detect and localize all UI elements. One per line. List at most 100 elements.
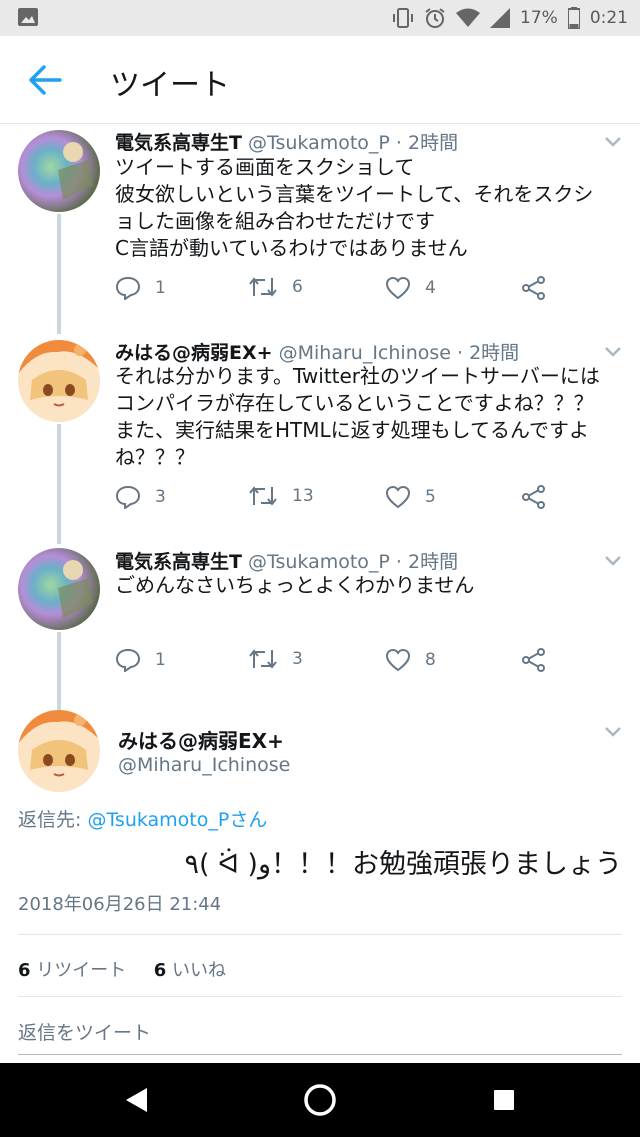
share-icon — [522, 648, 545, 672]
status-bar: 17% 0:21 — [0, 0, 640, 36]
square-recents-icon — [494, 1090, 514, 1110]
reply-icon — [115, 485, 141, 509]
tweet-text: ごめんなさいちょっとよくわかりません — [115, 572, 625, 599]
reply-input[interactable]: 返信をツイート — [18, 1018, 151, 1045]
timestamp: 2018年06月26日 21:44 — [18, 894, 222, 915]
clock: 0:21 — [589, 8, 628, 28]
battery-icon — [567, 7, 580, 29]
chevron-down-icon[interactable] — [604, 555, 622, 567]
tweet-actions: 1 3 8 — [115, 648, 575, 678]
tweet-line: それは分かります。Twitter社のツイートサーバーには — [115, 364, 600, 388]
divider — [18, 1054, 622, 1055]
user-handle[interactable]: @Miharu_Ichinose — [118, 754, 290, 776]
like-button[interactable]: 5 — [385, 485, 436, 509]
page-title: ツイート — [110, 68, 230, 103]
signal-icon — [490, 8, 511, 28]
handle-time: @Tsukamoto_P · 2時間 — [248, 551, 459, 573]
like-count: 4 — [425, 278, 436, 298]
tweet-line: 彼女欲しいという言葉をツイートして、それをスクシ — [115, 182, 594, 206]
reply-button[interactable]: 3 — [115, 485, 166, 509]
handle-time: @Tsukamoto_P · 2時間 — [248, 132, 459, 154]
tweet-line: ね？？？ — [115, 445, 195, 469]
reply-icon — [115, 648, 141, 672]
retweet-icon — [249, 649, 277, 669]
reply-to: 返信先: @Tsukamoto_Pさん — [18, 805, 267, 832]
handle-time: @Miharu_Ichinose · 2時間 — [278, 342, 520, 364]
reply-count: 1 — [155, 278, 166, 298]
thread-line — [57, 424, 61, 544]
reply-button[interactable]: 1 — [115, 276, 166, 300]
retweet-count: 3 — [292, 649, 303, 669]
thread-line — [57, 214, 61, 334]
retweet-icon — [249, 486, 277, 506]
gallery-icon — [18, 8, 38, 26]
share-icon — [522, 485, 545, 509]
retweet-count: 13 — [292, 486, 314, 506]
retweet-button[interactable]: 3 — [248, 648, 303, 670]
avatar[interactable] — [18, 130, 100, 212]
divider — [18, 996, 622, 997]
reply-icon — [115, 276, 141, 300]
user-name[interactable]: 電気系高専生T — [115, 551, 242, 573]
user-name[interactable]: みはる@病弱EX+ — [115, 342, 273, 364]
heart-icon — [385, 648, 411, 672]
share-button[interactable] — [521, 276, 547, 300]
tweet-actions: 3 13 5 — [115, 485, 575, 515]
tweet-line: ョした画像を組み合わせただけです — [115, 209, 435, 233]
retweet-button[interactable]: 6 — [248, 276, 303, 298]
nav-home-button[interactable] — [280, 1063, 360, 1137]
tweet-line: コンパイラが存在しているということですよね？？？ — [115, 391, 594, 415]
circle-home-icon — [304, 1084, 336, 1116]
back-arrow-icon[interactable] — [28, 64, 62, 96]
nav-back-button[interactable] — [96, 1063, 176, 1137]
mention-link[interactable]: @Tsukamoto_Pさん — [87, 809, 267, 831]
retweets-stat[interactable]: 6 リツイート — [18, 960, 126, 981]
heart-icon — [385, 485, 411, 509]
tweet-line: ツイートする画面をスクショして — [115, 155, 415, 179]
likes-stat[interactable]: 6 いいね — [154, 960, 226, 981]
chevron-down-icon[interactable] — [604, 346, 622, 358]
like-button[interactable]: 4 — [385, 276, 436, 300]
nav-recents-button[interactable] — [464, 1063, 544, 1137]
share-icon — [522, 276, 545, 300]
app-bar: ツイート — [0, 36, 640, 124]
like-label: いいね — [172, 960, 226, 981]
like-button[interactable]: 8 — [385, 648, 436, 672]
thread-line — [57, 632, 61, 710]
retweet-total: 6 — [18, 960, 31, 981]
tweet-text: それは分かります。Twitter社のツイートサーバーには コンパイラが存在してい… — [115, 363, 625, 471]
heart-icon — [385, 276, 411, 300]
tweet-stats: 6 リツイート 6 いいね — [18, 956, 226, 982]
reply-count: 3 — [155, 487, 166, 507]
reply-count: 1 — [155, 650, 166, 670]
wifi-icon — [456, 8, 481, 27]
tweet-line: ごめんなさいちょっとよくわかりません — [115, 573, 475, 597]
user-name[interactable]: みはる@病弱EX+ — [118, 725, 284, 754]
retweet-label: リツイート — [36, 960, 127, 981]
reply-button[interactable]: 1 — [115, 648, 166, 672]
vibrate-icon — [393, 8, 414, 28]
chevron-down-icon[interactable] — [604, 726, 622, 738]
like-total: 6 — [153, 960, 167, 981]
like-count: 5 — [425, 487, 436, 507]
chevron-down-icon[interactable] — [604, 136, 622, 148]
battery-percent: 17% — [520, 8, 558, 28]
share-button[interactable] — [521, 648, 547, 672]
retweet-icon — [249, 277, 277, 297]
tweet-line: また、実行結果をHTMLに返す処理もしてるんですよ — [115, 418, 590, 442]
triangle-back-icon — [126, 1088, 147, 1112]
avatar[interactable] — [18, 340, 100, 422]
divider — [18, 934, 622, 935]
system-nav-bar — [0, 1063, 640, 1137]
tweet-actions: 1 6 4 — [115, 276, 575, 306]
user-name[interactable]: 電気系高専生T — [115, 132, 242, 154]
avatar[interactable] — [18, 548, 100, 630]
avatar[interactable] — [18, 710, 100, 792]
tweet-text: ツイートする画面をスクショして 彼女欲しいという言葉をツイートして、それをスクシ… — [115, 154, 625, 262]
retweet-button[interactable]: 13 — [248, 485, 314, 507]
like-count: 8 — [425, 650, 436, 670]
tweet-text: ٩( ᐛ )و！！！お勉強頑張りましょう — [184, 849, 622, 880]
retweet-count: 6 — [292, 277, 303, 297]
alarm-icon — [425, 8, 445, 28]
share-button[interactable] — [521, 485, 547, 509]
